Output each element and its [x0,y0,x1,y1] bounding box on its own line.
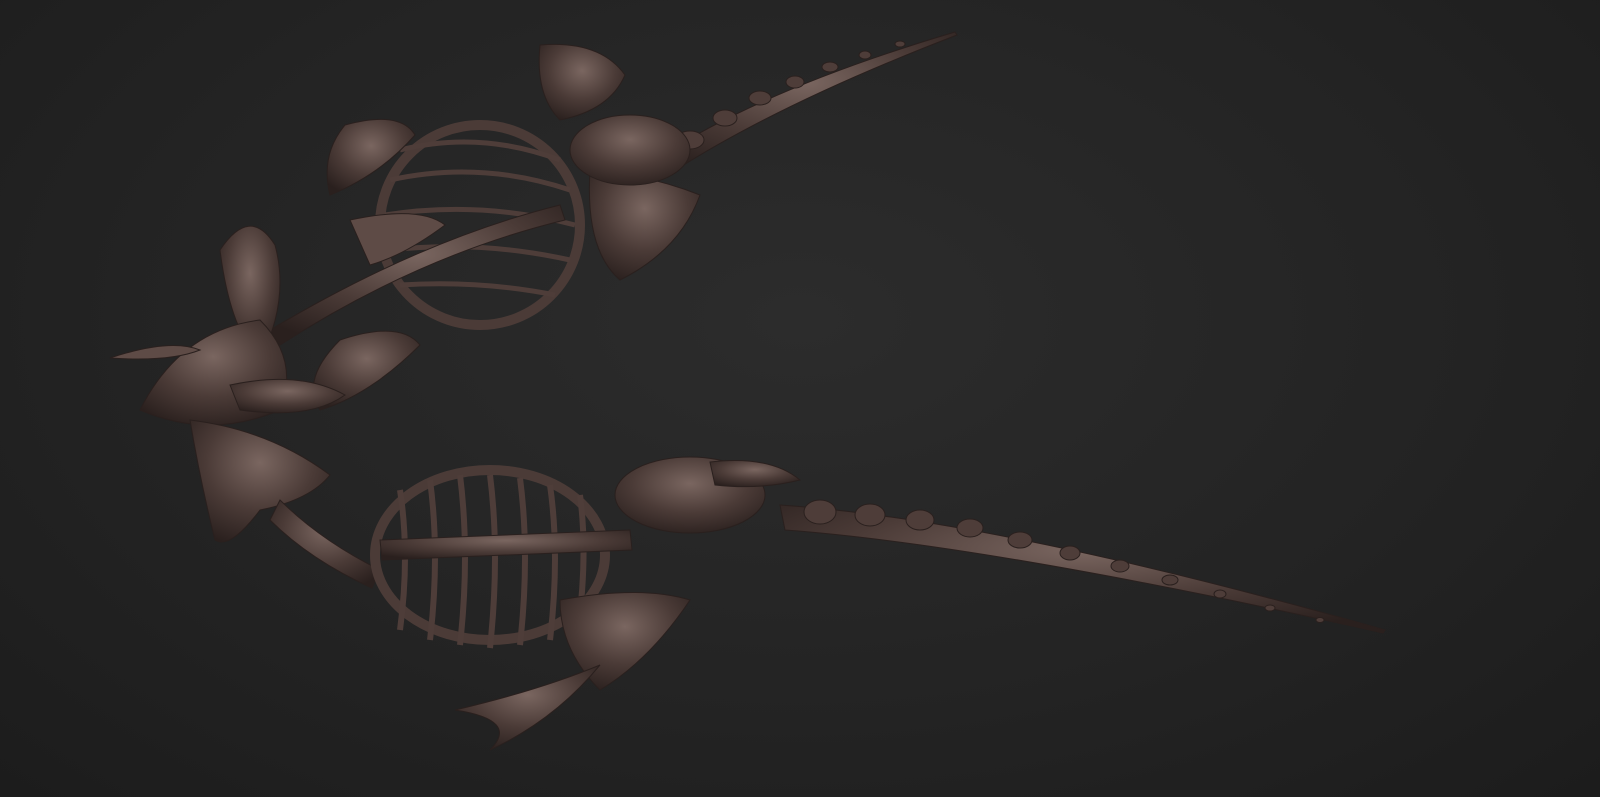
upper-rear-foot-top [538,43,626,121]
lower-rear-claws [454,664,601,751]
upper-skeleton [109,31,958,426]
upper-tail [654,31,958,176]
render-viewport [0,0,1600,797]
lower-skull [189,419,331,543]
upper-rear-foot-bottom [588,169,701,281]
lower-rear-foot [709,459,802,488]
upper-pelvis [569,114,691,186]
lower-neck [269,499,381,589]
skeleton-render [109,31,1386,751]
lower-skeleton [189,419,1386,751]
lower-spine [379,529,633,561]
